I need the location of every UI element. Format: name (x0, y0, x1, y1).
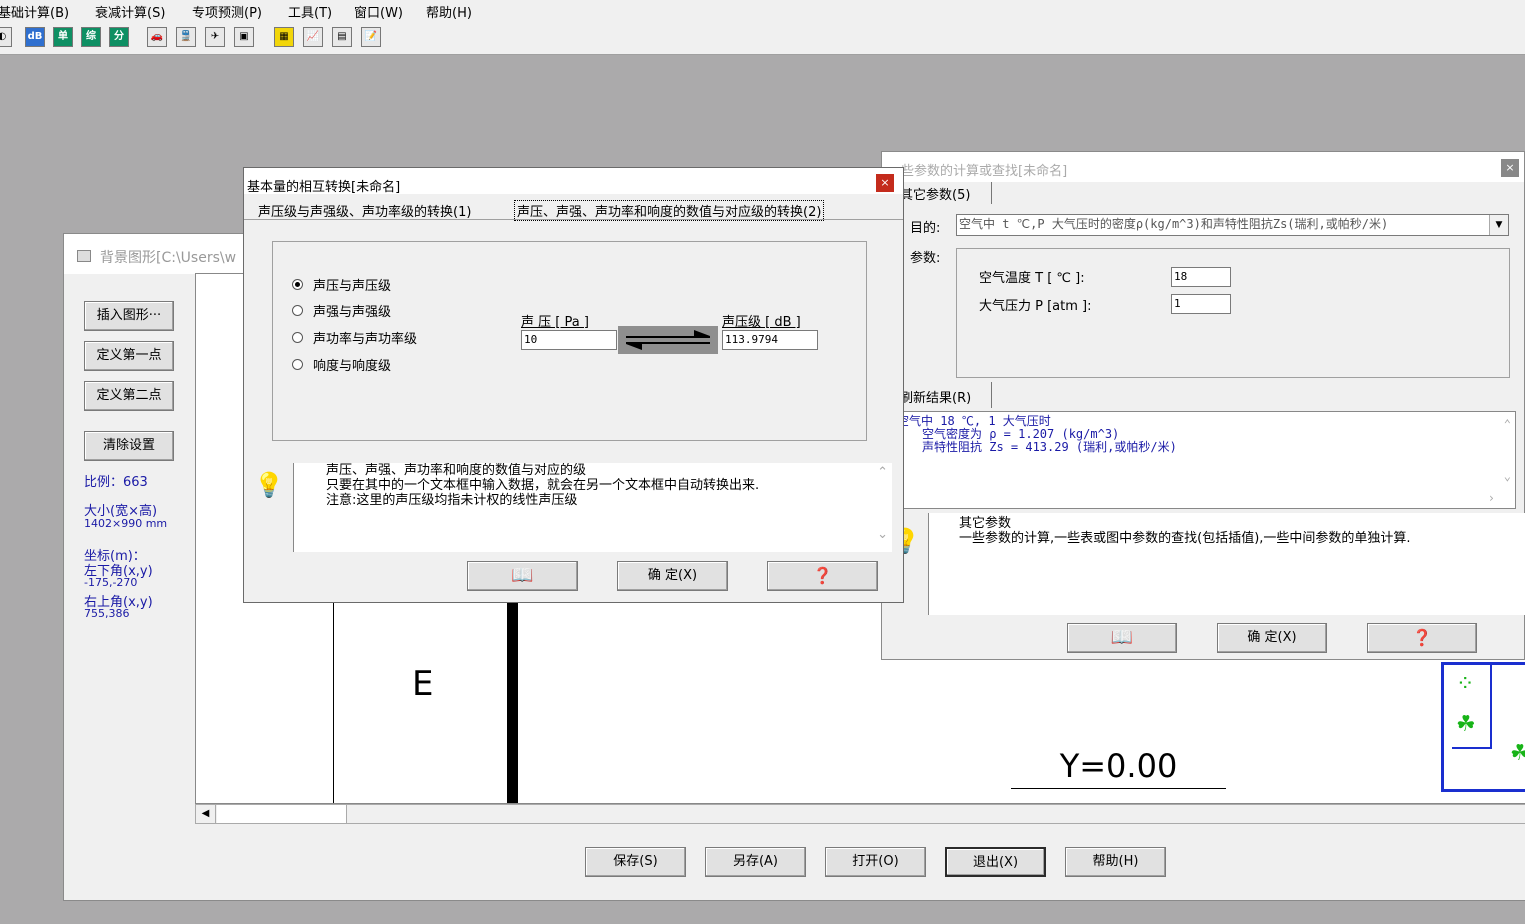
menu-help[interactable]: 帮助(H) (426, 2, 472, 21)
open-button[interactable]: 打开(O) (825, 847, 926, 877)
radio-sound-intensity[interactable] (292, 305, 303, 316)
save-as-button[interactable]: 另存(A) (705, 847, 806, 877)
tab-level-conversion[interactable]: 声压级与声强级、声功率级的转换(1) (258, 201, 471, 220)
upper-right-value: 755,386 (84, 607, 130, 620)
results-textbox[interactable]: 空气中 18 ℃, 1 大气压时 空气密度为 ρ = 1.207 (kg/m^3… (882, 411, 1516, 509)
scroll-down-icon[interactable]: ⌄ (1504, 470, 1511, 483)
menu-special[interactable]: 专项预测(P) (192, 2, 262, 21)
combined-button[interactable]: 综 (81, 27, 101, 47)
line-chart-icon[interactable]: 📈 (303, 27, 323, 47)
convert-help-text: 声压、声强、声功率和响度的数值与对应的级 只要在其中的一个文本框中输入数据，就会… (293, 463, 892, 552)
size-value: 1402×990 mm (84, 517, 168, 530)
split-button[interactable]: 分 (109, 27, 129, 47)
define-first-point-button[interactable]: 定义第一点 (84, 341, 174, 371)
purpose-select[interactable]: 空气中 t ℃,P 大气压时的密度ρ(kg/m^3)和声特性阻抗Zs(瑞利,或帕… (956, 214, 1509, 236)
book-icon[interactable]: 📖 (1067, 623, 1177, 653)
param-help-text: 其它参数 一些参数的计算,一些表或图中参数的查找(包括插值),一些中间参数的单独… (928, 513, 1525, 615)
tree-icon: ☘ (1510, 741, 1525, 766)
pressure-label: 大气压力 P [atm ]: (979, 299, 1092, 314)
help-line: 一些参数的计算,一些表或图中参数的查找(包括插值),一些中间参数的单独计算. (959, 531, 1411, 546)
tool-icon[interactable]: ◐ (0, 27, 12, 47)
parameter-window: 些参数的计算或查找[未命名] × 其它参数(5) 目的: 空气中 t ℃,P 大… (881, 151, 1525, 660)
scroll-thumb[interactable] (217, 805, 347, 823)
convert-arrows-icon (618, 326, 718, 354)
canvas-letter-e: E (412, 664, 434, 704)
menu-attenuation[interactable]: 衰减计算(S) (95, 2, 165, 21)
define-second-point-button[interactable]: 定义第二点 (84, 381, 174, 411)
save-button[interactable]: 保存(S) (585, 847, 686, 877)
sound-pressure-input[interactable]: 10 (521, 330, 617, 350)
radio-label: 响度与响度级 (313, 359, 392, 374)
sound-pressure-level-input[interactable]: 113.9794 (722, 330, 818, 350)
car-icon[interactable]: 🚗 (147, 27, 167, 47)
result-line: 声特性阻抗 Zs = 413.29 (瑞利,或帕秒/米) (922, 440, 1177, 454)
exit-button[interactable]: 退出(X) (945, 847, 1046, 877)
window-icon (77, 250, 91, 262)
insert-graphic-button[interactable]: 插入图形··· (84, 301, 174, 331)
radio-sound-power[interactable] (292, 332, 303, 343)
chevron-down-icon[interactable]: ▼ (1489, 215, 1508, 235)
params-label: 参数: (910, 251, 941, 266)
radio-label: 声强与声强级 (313, 305, 392, 320)
conversion-window: 基本量的相互转换[未命名] × 声压级与声强级、声功率级的转换(1) 声压、声强… (243, 167, 904, 603)
lightbulb-icon: 💡 (254, 471, 284, 499)
menu-tools[interactable]: 工具(T) (288, 2, 332, 21)
toolbar: ◐ dB 单 综 分 🚗 🚆 ✈ ▣ ▦ 📈 ▤ 📝 (0, 20, 1525, 55)
help-line: 声压、声强、声功率和响度的数值与对应的级 (326, 463, 587, 478)
help-button[interactable]: 帮助(H) (1065, 847, 1166, 877)
temp-label: 空气温度 T [ ℃ ]: (979, 271, 1085, 286)
notepad-icon[interactable]: 📝 (361, 27, 381, 47)
param-ok-button[interactable]: 确 定(X) (1217, 623, 1327, 653)
radio-label: 声压与声压级 (313, 279, 392, 294)
help-line: 只要在其中的一个文本框中输入数据，就会在另一个文本框中自动转换出来. (326, 478, 760, 493)
book-icon[interactable]: 📖 (467, 561, 578, 591)
single-button[interactable]: 单 (53, 27, 73, 47)
db-button[interactable]: dB (25, 27, 45, 47)
temperature-input[interactable]: 18 (1171, 267, 1231, 287)
scroll-up-icon[interactable]: ⌃ (877, 465, 888, 480)
right-field-label: 声压级 [ dB ] (722, 315, 801, 330)
radio-label: 声功率与声功率级 (313, 332, 418, 347)
menu-window[interactable]: 窗口(W) (354, 2, 403, 21)
param-window-title: 些参数的计算或查找[未命名] (901, 164, 1068, 179)
radio-loudness[interactable] (292, 359, 303, 370)
grid-icon[interactable]: ▦ (274, 27, 294, 47)
clear-settings-button[interactable]: 清除设置 (84, 431, 174, 461)
tree-icon: ⁘ ☘ (1452, 665, 1492, 749)
menu-bar: 基础计算(B) 衰减计算(S) 专项预测(P) 工具(T) 窗口(W) 帮助(H… (0, 0, 1525, 21)
convert-window-titlebar: 基本量的相互转换[未命名] × (244, 168, 903, 195)
scroll-up-icon[interactable]: ⌃ (1504, 418, 1511, 431)
convert-window-title: 基本量的相互转换[未命名] (247, 180, 401, 195)
canvas-y-label: Y=0.00 (1011, 744, 1226, 789)
help-line: 注意:这里的声压级均指未计权的线性声压级 (326, 493, 578, 508)
pressure-input[interactable]: 1 (1171, 294, 1231, 314)
help-question-icon[interactable]: ❓ (767, 561, 878, 591)
purpose-label: 目的: (910, 221, 941, 236)
param-window-titlebar: 些参数的计算或查找[未命名] × (882, 152, 1524, 182)
help-line: 其它参数 (959, 516, 1012, 531)
scale-label: 比例：663 (84, 475, 148, 490)
train-icon[interactable]: 🚆 (176, 27, 196, 47)
horizontal-scrollbar[interactable]: ◀ (195, 804, 1525, 824)
tab-value-level-conversion[interactable]: 声压、声强、声功率和响度的数值与对应级的转换(2) (514, 200, 825, 221)
convert-ok-button[interactable]: 确 定(X) (617, 561, 728, 591)
menu-basic-calc[interactable]: 基础计算(B) (0, 2, 69, 21)
monitor-icon[interactable]: ▤ (332, 27, 352, 47)
scroll-right-icon[interactable]: › (1488, 492, 1495, 505)
close-icon[interactable]: × (876, 174, 894, 192)
canvas-green-area: ⁘☘ ☘ (1441, 662, 1525, 792)
scroll-down-icon[interactable]: ⌄ (877, 527, 888, 542)
scroll-left-icon[interactable]: ◀ (196, 805, 216, 823)
close-icon[interactable]: × (1501, 159, 1519, 177)
help-question-icon[interactable]: ❓ (1367, 623, 1477, 653)
lower-left-value: -175,-270 (84, 576, 138, 589)
left-field-label: 声 压 [ Pa ] (521, 315, 589, 330)
display-icon[interactable]: ▣ (234, 27, 254, 47)
bg-window-title: 背景图形[C:\Users\w (100, 250, 237, 266)
plane-icon[interactable]: ✈ (205, 27, 225, 47)
radio-sound-pressure[interactable] (292, 279, 303, 290)
